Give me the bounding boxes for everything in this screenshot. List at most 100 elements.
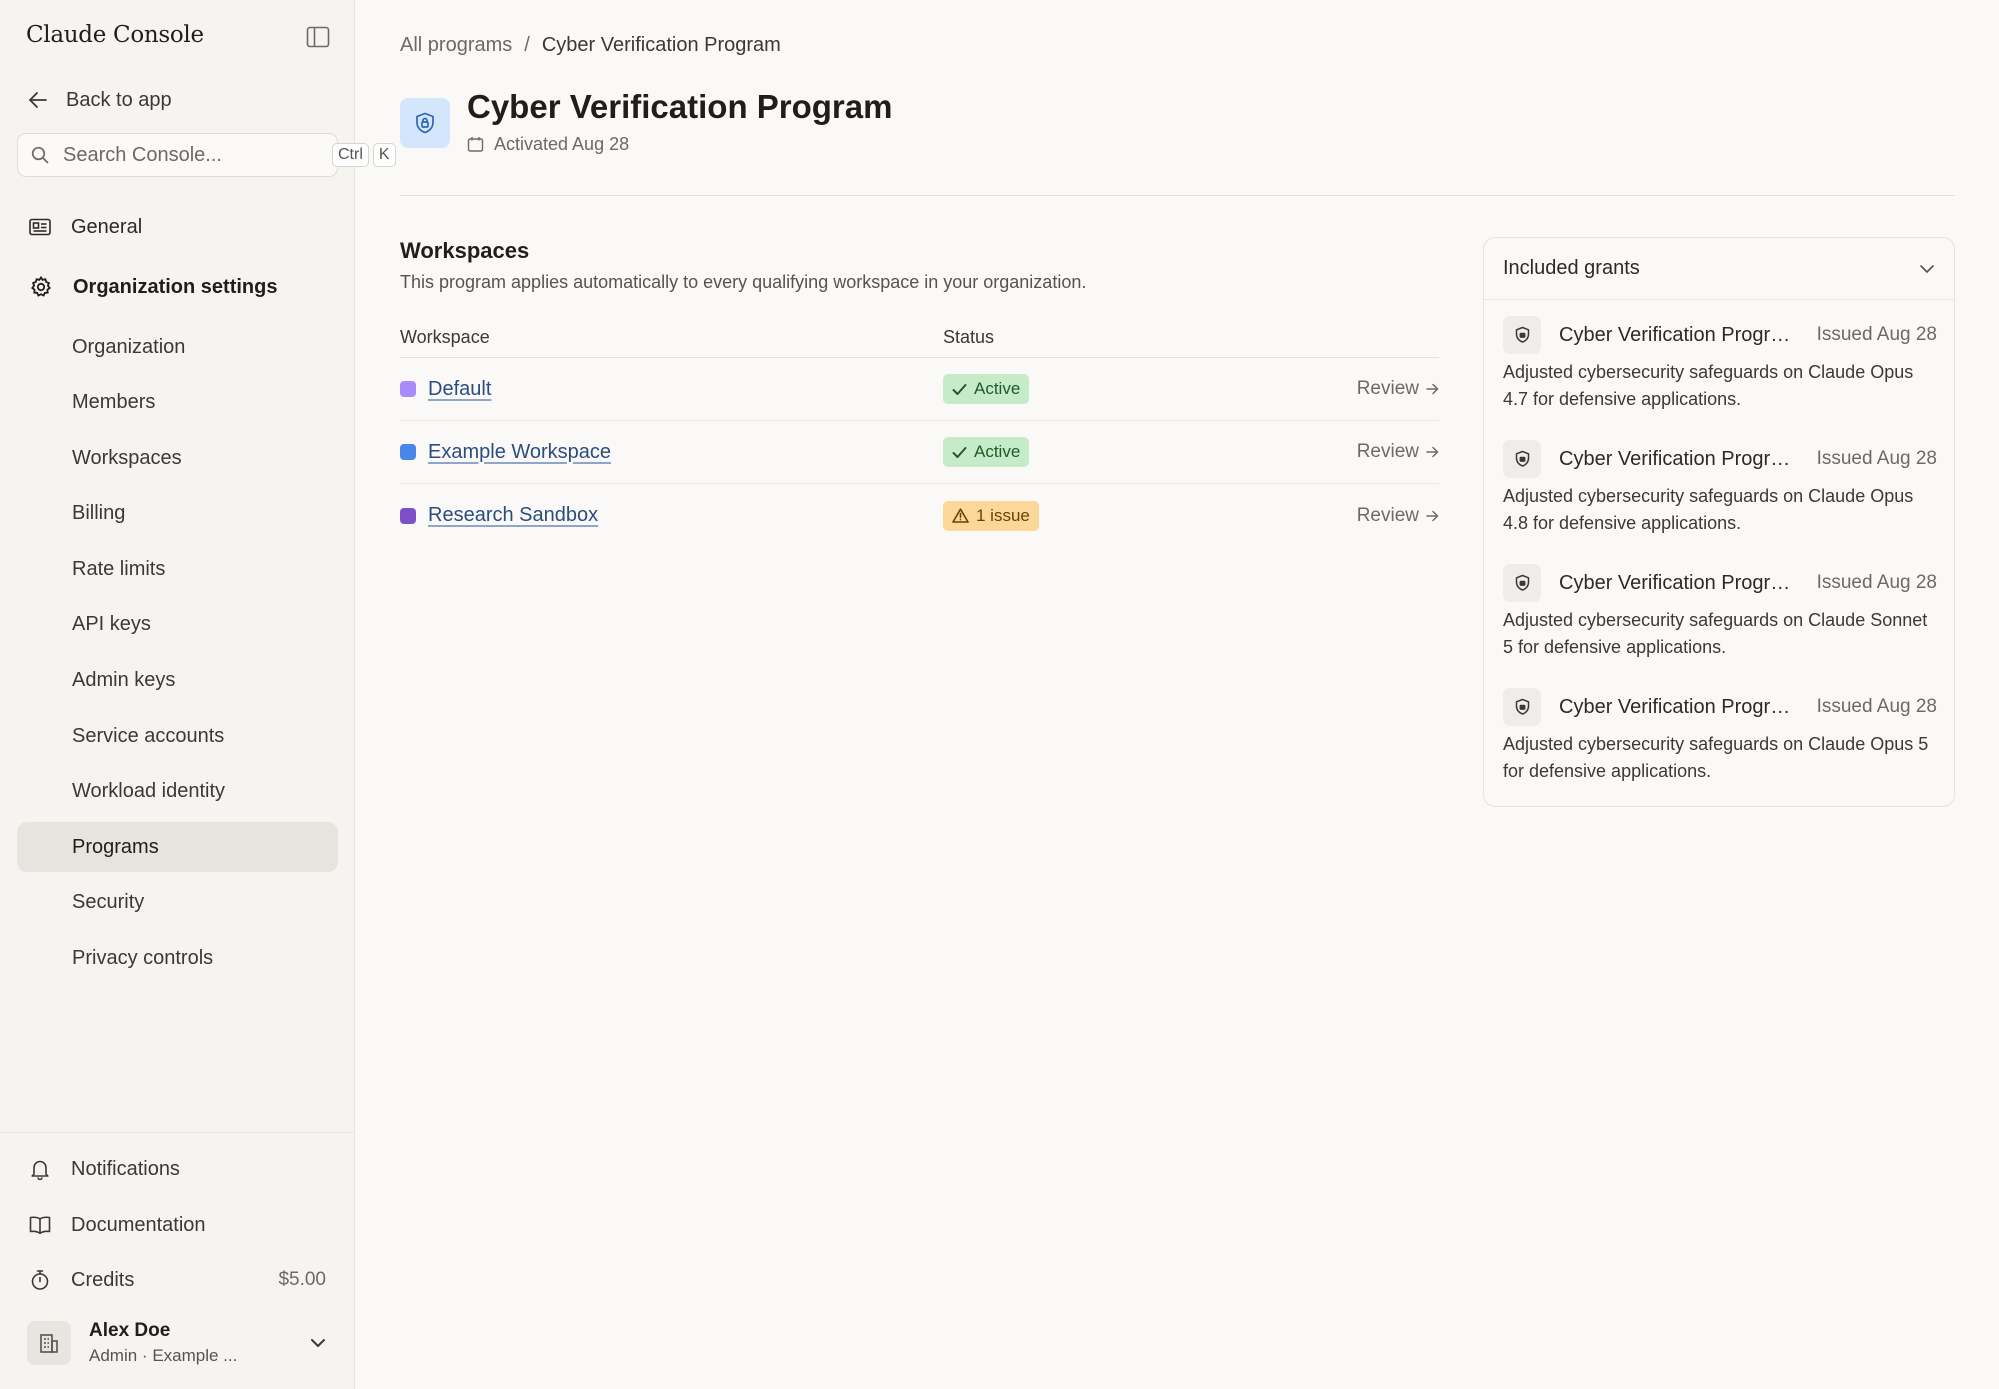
breadcrumb-all-programs[interactable]: All programs xyxy=(400,34,512,57)
chevron-down-icon[interactable] xyxy=(1919,264,1935,274)
gear-icon xyxy=(29,275,53,299)
back-to-app-link[interactable]: Back to app xyxy=(28,84,172,116)
activated-date: Activated Aug 28 xyxy=(467,134,629,155)
building-icon xyxy=(27,1321,71,1365)
back-to-app-label: Back to app xyxy=(66,88,172,111)
grant-date: Issued Aug 28 xyxy=(1816,324,1937,345)
review-link[interactable]: Review xyxy=(1357,378,1439,400)
sidebar-item-workload-identity[interactable]: Workload identity xyxy=(17,767,338,817)
nav-documentation-label: Documentation xyxy=(71,1213,206,1236)
bell-icon xyxy=(29,1158,51,1180)
shield-icon xyxy=(1503,688,1541,726)
grant-description: Adjusted cybersecurity safeguards on Cla… xyxy=(1503,610,1928,657)
sidebar-item-billing[interactable]: Billing xyxy=(17,489,338,539)
table-row: Default Active Review xyxy=(400,358,1439,421)
arrow-right-icon xyxy=(1426,446,1439,458)
page-title: Cyber Verification Program xyxy=(467,88,893,125)
settings-subnav: Organization Members Workspaces Billing … xyxy=(17,322,338,989)
book-icon xyxy=(29,1215,51,1235)
status-badge-label: Active xyxy=(974,442,1021,461)
arrow-right-icon xyxy=(1426,383,1439,395)
nav-general[interactable]: General xyxy=(17,202,338,252)
table-row: Example Workspace Active Review xyxy=(400,421,1439,484)
grant-description: Adjusted cybersecurity safeguards on Cla… xyxy=(1503,734,1929,781)
grant-name: Cyber Verification Program xyxy=(1559,447,1796,470)
status-badge: 1 issue xyxy=(943,500,1039,531)
grant-name: Cyber Verification Program xyxy=(1559,323,1796,346)
nav-organization-settings[interactable]: Organization settings xyxy=(17,262,338,312)
breadcrumb: All programs / Cyber Verification Progra… xyxy=(400,34,781,57)
workspace-color-swatch xyxy=(400,444,416,460)
nav-documentation[interactable]: Documentation xyxy=(17,1202,338,1248)
credits-amount: $5.00 xyxy=(278,1269,326,1290)
user-org: Example ... xyxy=(152,1346,238,1365)
workspace-link-default[interactable]: Default xyxy=(428,378,491,401)
included-grants-header[interactable]: Included grants xyxy=(1484,238,1954,300)
sidebar-item-workspaces[interactable]: Workspaces xyxy=(17,433,338,483)
arrow-left-icon xyxy=(28,91,48,109)
sidebar-item-service-accounts[interactable]: Service accounts xyxy=(17,711,338,761)
shield-icon xyxy=(1503,564,1541,602)
sidebar-item-admin-keys[interactable]: Admin keys xyxy=(17,656,338,706)
grant-name: Cyber Verification Program xyxy=(1559,571,1796,594)
chevron-down-icon[interactable] xyxy=(309,1337,327,1349)
nav-organization-settings-label: Organization settings xyxy=(73,275,278,298)
included-grants-panel: Included grants Cyber Verification Progr… xyxy=(1483,237,1955,807)
header-divider xyxy=(400,195,1955,196)
brand-logo: Claude Console xyxy=(26,22,204,48)
calendar-icon xyxy=(467,136,484,153)
grant-description: Adjusted cybersecurity safeguards on Cla… xyxy=(1503,486,1914,533)
status-badge-label: Active xyxy=(974,379,1021,398)
review-label: Review xyxy=(1356,504,1419,526)
warning-triangle-icon xyxy=(952,508,969,523)
grant-date: Issued Aug 28 xyxy=(1816,572,1937,593)
nav-credits-label: Credits xyxy=(71,1268,135,1291)
user-menu[interactable]: Alex Doe Admin · Example ... xyxy=(27,1316,327,1370)
activated-label: Activated Aug 28 xyxy=(494,134,630,154)
grant-item: Cyber Verification Program Issued Aug 28… xyxy=(1503,316,1937,413)
grant-item: Cyber Verification Program Issued Aug 28… xyxy=(1503,688,1937,785)
user-sub-separator: · xyxy=(141,1346,153,1365)
workspace-link-research-sandbox[interactable]: Research Sandbox xyxy=(428,504,598,527)
grant-name: Cyber Verification Program xyxy=(1559,695,1796,718)
workspaces-description: This program applies automatically to ev… xyxy=(400,272,1087,292)
sidebar: Claude Console Back to app Ctrl K xyxy=(0,0,396,1389)
status-badge: Active xyxy=(943,374,1030,404)
sidebar-item-api-keys[interactable]: API keys xyxy=(17,600,338,650)
workspace-color-swatch xyxy=(400,507,416,524)
shield-icon xyxy=(1503,316,1541,354)
table-header: Workspace Status xyxy=(400,318,1439,358)
review-link[interactable]: Review xyxy=(1357,505,1439,527)
search-icon xyxy=(31,146,49,164)
sidebar-item-members[interactable]: Members xyxy=(17,378,338,428)
id-card-icon xyxy=(29,218,51,236)
workspaces-title: Workspaces xyxy=(400,238,530,263)
sidebar-item-organization[interactable]: Organization xyxy=(17,322,338,372)
sidebar-item-privacy-controls[interactable]: Privacy controls xyxy=(17,934,338,984)
sidebar-item-rate-limits[interactable]: Rate limits xyxy=(17,544,338,594)
check-icon xyxy=(952,446,967,459)
nav-notifications[interactable]: Notifications xyxy=(17,1146,338,1192)
sidebar-bottom-divider xyxy=(0,1132,355,1133)
sidebar-item-programs[interactable]: Programs xyxy=(17,822,338,873)
status-badge-label: 1 issue xyxy=(976,505,1030,525)
shield-icon xyxy=(1503,440,1541,478)
grant-date: Issued Aug 28 xyxy=(1816,696,1937,717)
breadcrumb-current: Cyber Verification Program xyxy=(541,34,781,56)
search-input[interactable] xyxy=(63,143,328,167)
sidebar-item-security[interactable]: Security xyxy=(17,878,338,928)
review-label: Review xyxy=(1356,441,1419,462)
column-header-workspace: Workspace xyxy=(400,327,490,347)
grant-date: Issued Aug 28 xyxy=(1816,448,1937,469)
workspace-color-swatch xyxy=(400,381,416,397)
grant-description: Adjusted cybersecurity safeguards on Cla… xyxy=(1503,362,1914,409)
workspace-link-example[interactable]: Example Workspace xyxy=(428,441,611,464)
main-content: All programs / Cyber Verification Progra… xyxy=(356,0,1999,1389)
review-label: Review xyxy=(1356,378,1419,399)
nav-credits[interactable]: Credits $5.00 xyxy=(17,1257,338,1303)
workspaces-table: Workspace Status Default Active Review E… xyxy=(400,318,1439,547)
sidebar-toggle-icon[interactable] xyxy=(304,24,332,50)
review-link[interactable]: Review xyxy=(1357,441,1439,463)
search-box[interactable]: Ctrl K xyxy=(17,133,396,177)
included-grants-title: Included grants xyxy=(1503,257,1640,279)
